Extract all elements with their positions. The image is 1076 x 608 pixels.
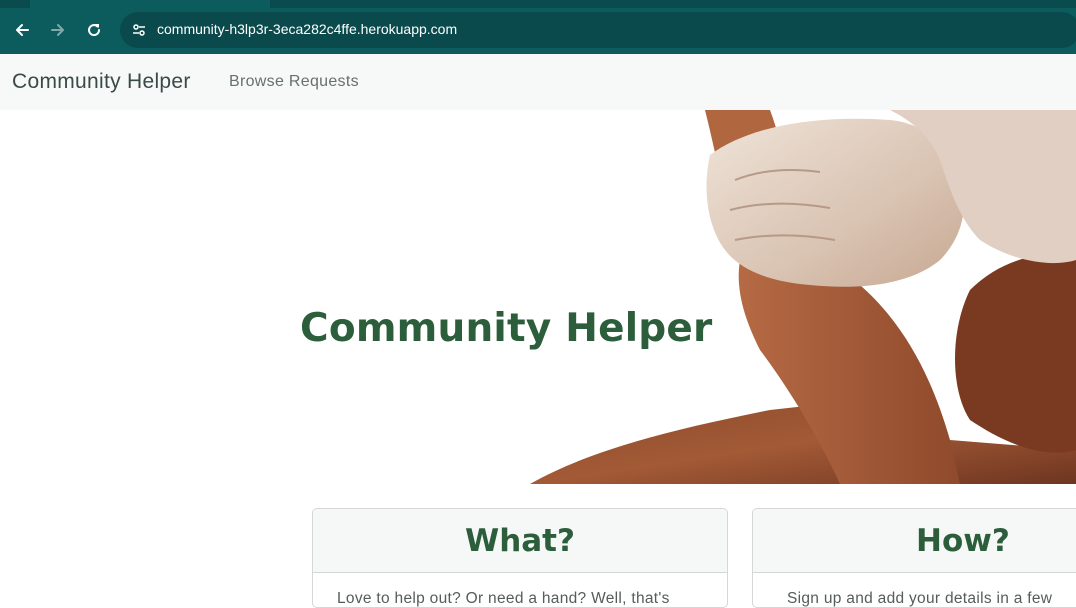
card-title: What? <box>465 522 575 559</box>
browser-toolbar: community-h3lp3r-3eca282c4ffe.herokuapp.… <box>0 0 1076 54</box>
back-button[interactable] <box>9 17 35 43</box>
how-card: How? Sign up and add your details in a f… <box>752 508 1076 608</box>
arrow-right-icon <box>51 24 64 36</box>
card-body: Sign up and add your details in a few <box>787 590 1053 607</box>
reload-icon <box>88 24 101 37</box>
tab-strip <box>0 0 1076 8</box>
card-header: How? <box>753 509 1076 573</box>
card-body: Love to help out? Or need a hand? Well, … <box>337 590 670 607</box>
url-text[interactable]: community-h3lp3r-3eca282c4ffe.herokuapp.… <box>157 21 457 37</box>
site-navbar: Community Helper Browse Requests <box>0 54 1076 110</box>
card-header: What? <box>313 509 727 573</box>
navbar-brand[interactable]: Community Helper <box>12 70 191 94</box>
reload-button[interactable] <box>81 17 107 43</box>
hero-title: Community Helper <box>300 306 713 351</box>
nav-link-browse-requests[interactable]: Browse Requests <box>229 73 359 91</box>
active-tab[interactable] <box>30 0 270 8</box>
card-title: How? <box>916 522 1010 559</box>
what-card: What? Love to help out? Or need a hand? … <box>312 508 728 608</box>
hero-section: Community Helper <box>0 110 1076 484</box>
site-info-button[interactable] <box>128 19 150 41</box>
tune-icon <box>133 24 145 36</box>
address-bar[interactable]: community-h3lp3r-3eca282c4ffe.herokuapp.… <box>120 12 1076 48</box>
forward-button[interactable] <box>45 17 71 43</box>
interlocked-hands-image <box>530 110 1076 484</box>
arrow-left-icon <box>16 24 29 36</box>
